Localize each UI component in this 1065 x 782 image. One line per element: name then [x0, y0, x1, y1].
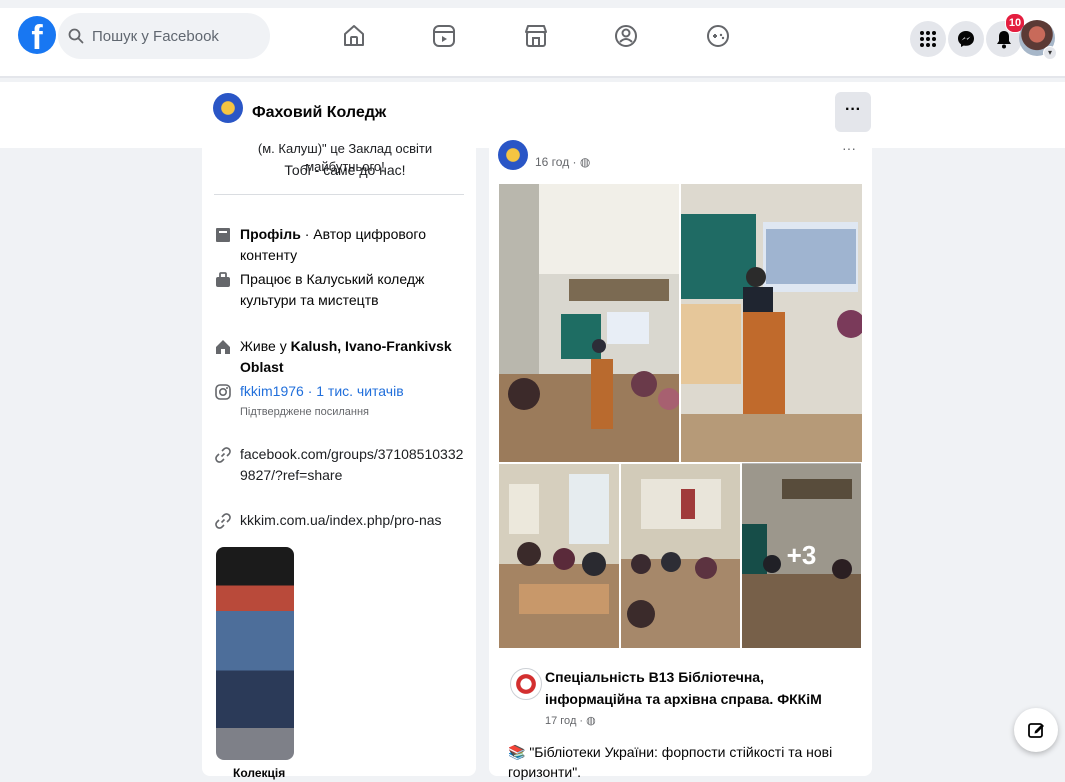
more-photos-overlay[interactable]: +3	[742, 463, 861, 648]
search-icon	[68, 28, 84, 44]
post-options-button[interactable]: ···	[842, 140, 856, 156]
chevron-down-icon[interactable]: ▾	[1043, 46, 1057, 60]
shared-post-text: 📚 "Бібліотеки України: форпости стійкост…	[508, 742, 860, 782]
search-input[interactable]	[90, 26, 254, 46]
house-icon	[216, 340, 230, 354]
shared-page-avatar[interactable]	[510, 668, 542, 700]
facebook-logo-icon[interactable]: f	[18, 16, 56, 54]
compose-icon	[1028, 723, 1044, 738]
website-row-2: kkkim.com.ua/index.php/pro-nas	[214, 510, 465, 531]
instagram-row: fkkim1976 · 1 тис. читачів Підтверджене …	[214, 381, 465, 423]
lives-prefix: Живе у	[240, 338, 291, 354]
group-link[interactable]: facebook.com/groups/371085103329827/?ref…	[240, 444, 465, 486]
post-photo-2[interactable]	[681, 184, 862, 462]
new-message-button[interactable]	[1014, 708, 1058, 752]
link-icon	[215, 447, 231, 463]
page-avatar[interactable]	[213, 93, 243, 123]
search-box[interactable]	[58, 13, 270, 59]
post-timestamp[interactable]: 16 год · ◍	[535, 155, 590, 169]
more-options-button[interactable]: ···	[835, 92, 871, 132]
messenger-button[interactable]	[948, 21, 984, 57]
books-icon: 📚	[508, 744, 526, 760]
messenger-icon	[958, 31, 974, 47]
work-text: Працює в Калуський коледж культури та ми…	[240, 271, 425, 308]
website-link[interactable]: kkkim.com.ua/index.php/pro-nas	[240, 510, 465, 531]
featured-collection-label[interactable]: Колекція	[233, 766, 285, 780]
marketplace-icon[interactable]	[522, 22, 550, 50]
page-header-bar	[0, 82, 1065, 148]
video-icon[interactable]	[430, 22, 458, 50]
post-photo-4[interactable]	[621, 464, 740, 648]
groups-icon[interactable]	[612, 22, 640, 50]
post-photo-1[interactable]	[499, 184, 679, 462]
shared-time-text: 17 год ·	[545, 715, 587, 727]
website-row-1: facebook.com/groups/371085103329827/?ref…	[214, 444, 465, 486]
briefcase-icon	[216, 272, 230, 287]
menu-grid-icon	[920, 31, 936, 47]
globe-icon: ◍	[586, 715, 596, 727]
post-author-avatar[interactable]	[498, 140, 528, 170]
flag-icon	[216, 228, 230, 242]
featured-story-thumbnail[interactable]	[216, 547, 294, 760]
home-icon[interactable]	[340, 22, 368, 50]
profile-category-row: Профіль · Автор цифрового контенту	[214, 224, 465, 266]
post-photo-3[interactable]	[499, 464, 619, 648]
intro-text: Тобі - саме до нас!	[284, 162, 406, 178]
gaming-icon[interactable]	[704, 22, 732, 50]
work-row: Працює в Калуський коледж культури та ми…	[214, 269, 465, 311]
instagram-icon	[215, 384, 231, 400]
post-time-text: 16 год ·	[535, 155, 580, 169]
instagram-link[interactable]: fkkim1976 · 1 тис. читачів	[240, 381, 465, 402]
lives-row: Живе у Kalush, Ivano-Frankivsk Oblast	[214, 336, 465, 378]
shared-post-text-content: "Бібліотеки України: форпости стійкості …	[508, 744, 833, 780]
profile-label: Профіль	[240, 226, 301, 242]
verified-link-label: Підтверджене посилання	[240, 406, 370, 418]
page-title[interactable]: Фаховий Коледж	[252, 104, 386, 122]
globe-icon: ◍	[579, 155, 591, 169]
top-bar-divider	[0, 76, 1065, 78]
link-icon	[215, 513, 231, 529]
shared-page-title[interactable]: Спеціальність В13 Бібліотечна, інформаці…	[545, 666, 860, 710]
shared-post-timestamp[interactable]: 17 год · ◍	[545, 714, 596, 727]
intro-divider	[214, 194, 464, 195]
menu-button[interactable]	[910, 21, 946, 57]
